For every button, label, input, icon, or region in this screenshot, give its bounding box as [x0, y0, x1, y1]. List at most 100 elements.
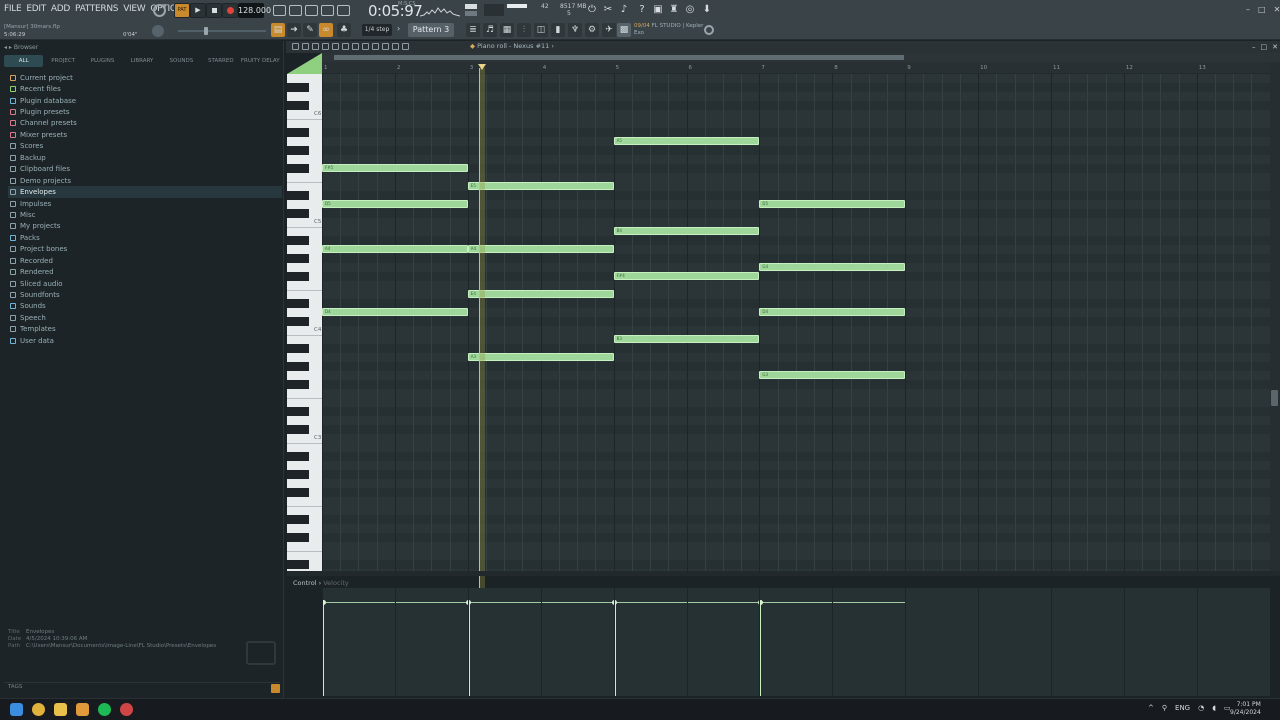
arrow-icon[interactable]: ➜ [287, 23, 301, 37]
blend-icon[interactable] [321, 5, 334, 16]
note[interactable]: D4 [322, 308, 468, 316]
play-icon[interactable] [312, 43, 319, 50]
piano-roll-icon[interactable]: ♬ [483, 23, 497, 37]
explorer-icon[interactable] [54, 703, 67, 716]
touch-keyboard-icon[interactable]: ♆ [568, 23, 582, 37]
note[interactable]: A3 [467, 353, 614, 361]
app-icon[interactable] [120, 703, 133, 716]
save-icon[interactable]: ▣ [652, 4, 664, 16]
pr-minimize-icon[interactable]: – [1252, 43, 1256, 51]
magnet-icon[interactable] [302, 43, 309, 50]
mic-icon[interactable]: ♪ [618, 4, 630, 16]
close-icon[interactable]: ✕ [1274, 5, 1280, 14]
pr-maximize-icon[interactable]: □ [1261, 43, 1268, 51]
black-key[interactable] [287, 560, 309, 569]
note[interactable]: F#4 [613, 272, 760, 280]
chevron-up-icon[interactable]: ^ [1148, 704, 1154, 712]
browser-item-sounds[interactable]: Sounds [8, 301, 282, 312]
render-icon[interactable]: ✈ [602, 23, 616, 37]
browser-item-soundfonts[interactable]: Soundfonts [8, 289, 282, 300]
note[interactable]: D5 [322, 200, 468, 208]
browser-tab-starred[interactable]: STARRED [201, 55, 240, 67]
tempo-display[interactable]: 128.000 [238, 3, 271, 18]
playback-icon[interactable] [402, 43, 409, 50]
browser-item-current-project[interactable]: Current project [8, 72, 282, 83]
mixer-icon[interactable]: ⫶ [517, 23, 531, 37]
black-key[interactable] [287, 254, 309, 263]
countdown-icon[interactable] [305, 5, 318, 16]
news-logo-icon[interactable]: ▩ [617, 23, 631, 37]
browser-item-speech[interactable]: Speech [8, 312, 282, 323]
note[interactable]: G4 [759, 263, 906, 271]
note[interactable]: A5 [613, 137, 760, 145]
project-info-icon[interactable]: ⚙ [585, 23, 599, 37]
browser-item-rendered[interactable]: Rendered [8, 266, 282, 277]
master-pitch-knob[interactable] [152, 25, 164, 37]
black-key[interactable] [287, 236, 309, 245]
metronome-icon[interactable] [273, 5, 286, 16]
black-key[interactable] [287, 164, 309, 173]
black-key[interactable] [287, 317, 309, 326]
pr-close-icon[interactable]: ✕ [1272, 43, 1278, 51]
options-icon[interactable] [292, 43, 299, 50]
note[interactable]: G3 [759, 371, 906, 379]
search-icon[interactable] [271, 684, 280, 693]
loop-record-icon[interactable] [337, 5, 350, 16]
spotify-icon[interactable] [98, 703, 111, 716]
black-key[interactable] [287, 488, 309, 497]
browser-item-envelopes[interactable]: Envelopes [8, 186, 282, 198]
note[interactable]: B3 [613, 335, 760, 343]
wifi-icon[interactable]: ◔ [1198, 704, 1204, 712]
browser-tab-project[interactable]: PROJECT [43, 55, 82, 67]
plugin-icon[interactable]: ♜ [668, 4, 680, 16]
browser-tab-fruity-delay[interactable]: FRUITY DELAY [241, 55, 280, 67]
piano-keyboard[interactable]: C6 C5 C4 C3 [287, 74, 322, 571]
browser-item-backup[interactable]: Backup [8, 152, 282, 163]
chrome-icon[interactable] [32, 703, 45, 716]
browser-item-impulses[interactable]: Impulses [8, 198, 282, 209]
record-button[interactable] [222, 3, 238, 18]
browser-tab-sounds[interactable]: SOUNDS [162, 55, 201, 67]
black-key[interactable] [287, 533, 309, 542]
black-key[interactable] [287, 380, 309, 389]
note[interactable]: D5 [759, 200, 906, 208]
select-icon[interactable] [382, 43, 389, 50]
ghost-toggle[interactable] [287, 53, 322, 74]
browser-item-channel-presets[interactable]: Channel presets [8, 118, 282, 129]
control-separator[interactable] [287, 571, 1280, 576]
browser-icon[interactable]: ▮ [551, 23, 565, 37]
browser-tab-plugins[interactable]: PLUGINS [83, 55, 122, 67]
note[interactable]: B4 [613, 227, 760, 235]
zoom-icon[interactable] [392, 43, 399, 50]
browser-item-clipboard-files[interactable]: Clipboard files [8, 164, 282, 175]
minimize-icon[interactable]: – [1246, 5, 1250, 14]
note[interactable]: D4 [759, 308, 906, 316]
note[interactable]: E4 [467, 290, 614, 298]
download-icon[interactable]: ⬇ [701, 4, 713, 16]
black-key[interactable] [287, 83, 309, 92]
black-key[interactable] [287, 362, 309, 371]
browser-item-user-data[interactable]: User data [8, 335, 282, 346]
volume-icon[interactable]: ◖ [1212, 704, 1216, 712]
black-key[interactable] [287, 209, 309, 218]
help-icon[interactable]: ? [636, 4, 648, 16]
browser-item-packs[interactable]: Packs [8, 232, 282, 243]
chat-icon[interactable]: ◎ [684, 4, 696, 16]
black-key[interactable] [287, 272, 309, 281]
news-refresh-icon[interactable] [704, 25, 714, 35]
note[interactable]: A4 [467, 245, 614, 253]
black-key[interactable] [287, 191, 309, 200]
vertical-scrollbar[interactable] [1270, 62, 1280, 571]
stop-button[interactable] [206, 3, 222, 18]
browser-item-demo-projects[interactable]: Demo projects [8, 175, 282, 186]
channel-rack-icon[interactable]: ▦ [500, 23, 514, 37]
menu-view[interactable]: VIEW [123, 4, 146, 14]
link-icon[interactable]: ∞ [319, 23, 333, 37]
menu-add[interactable]: ADD [51, 4, 70, 14]
black-key[interactable] [287, 344, 309, 353]
black-key[interactable] [287, 425, 309, 434]
overview-thumb[interactable] [334, 55, 904, 60]
browser-tab-library[interactable]: LIBRARY [122, 55, 161, 67]
master-volume-slider[interactable] [178, 27, 266, 35]
browser-item-scores[interactable]: Scores [8, 141, 282, 152]
